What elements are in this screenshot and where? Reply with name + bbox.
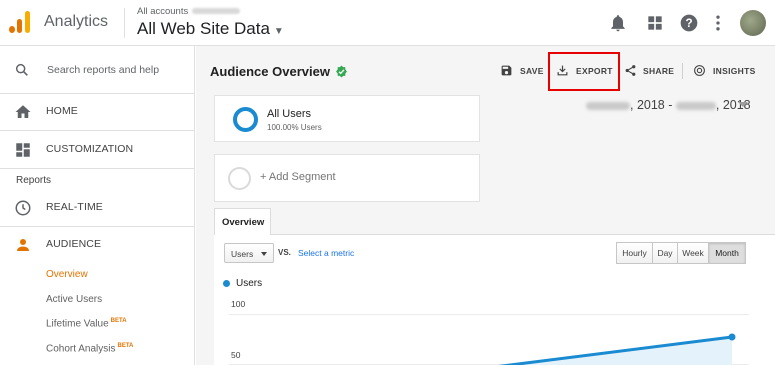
sidebar-subitem-cohort-analysis[interactable]: Cohort Analysis BETA (46, 343, 133, 354)
sidebar-subitem-overview[interactable]: Overview (46, 269, 88, 280)
sidebar-item-home[interactable]: HOME (0, 94, 195, 130)
top-header: Analytics All accounts All Web Site Data… (0, 0, 775, 46)
account-breadcrumb[interactable]: All accounts (137, 6, 241, 17)
search-input[interactable]: Search reports and help (47, 64, 159, 76)
sidebar-item-customization[interactable]: CUSTOMIZATION (0, 132, 195, 168)
redacted-account (192, 8, 241, 15)
sidebar-subitem-label: Lifetime Value (46, 318, 109, 330)
more-vert-icon[interactable] (708, 13, 728, 33)
svg-text:?: ? (685, 17, 692, 30)
bell-icon[interactable] (608, 13, 628, 33)
beta-badge: BETA (110, 318, 127, 324)
help-icon[interactable]: ? (679, 13, 699, 33)
clock-icon (15, 200, 31, 216)
avatar[interactable] (740, 10, 766, 36)
account-label: All accounts (137, 6, 189, 17)
sidebar-subitem-lifetime-value[interactable]: Lifetime Value BETA (46, 318, 127, 329)
dashboard-icon (16, 143, 30, 157)
sidebar-subitem-label: Cohort Analysis (46, 343, 116, 355)
analytics-logo-icon[interactable] (9, 11, 31, 33)
property-name: All Web Site Data (137, 19, 270, 38)
person-icon (17, 239, 29, 251)
home-icon (15, 105, 31, 118)
app-title: Analytics (44, 13, 109, 30)
users-line-chart (498, 333, 736, 365)
divider (0, 130, 195, 131)
sidebar-item-realtime[interactable]: REAL-TIME (0, 190, 195, 226)
data-point (728, 333, 736, 341)
reports-section-label: Reports (16, 175, 52, 186)
apps-grid-icon[interactable] (645, 13, 665, 33)
sidebar-item-label: HOME (46, 105, 78, 117)
sidebar-item-audience[interactable]: AUDIENCE (0, 227, 195, 263)
series-area (510, 337, 732, 365)
search-icon (15, 63, 28, 76)
main-content: Audience Overview SAVE EXPORT SHARE INSI… (196, 46, 775, 365)
sidebar-item-label: AUDIENCE (46, 238, 102, 250)
sidebar: Search reports and help HOME CUSTOMIZATI… (0, 46, 195, 365)
sidebar-item-label: REAL-TIME (46, 201, 103, 213)
search-bar[interactable]: Search reports and help (0, 46, 195, 94)
beta-badge: BETA (117, 343, 134, 349)
property-selector[interactable]: All Web Site Data ▼ (137, 19, 284, 39)
divider (0, 168, 195, 169)
caret-down-icon: ▼ (273, 26, 284, 37)
header-divider (124, 8, 125, 38)
sidebar-item-label: CUSTOMIZATION (46, 143, 134, 155)
sidebar-subitem-active-users[interactable]: Active Users (46, 294, 102, 305)
